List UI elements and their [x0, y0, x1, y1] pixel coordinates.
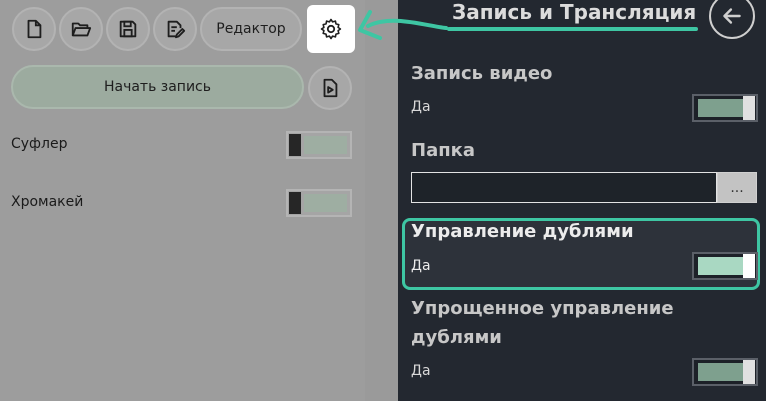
- new-file-button[interactable]: [12, 7, 56, 51]
- simple-duplicates-title-line2: дублями: [411, 327, 502, 348]
- prompter-label: Суфлер: [11, 136, 68, 152]
- annotation-arrow: [358, 10, 448, 40]
- chromakey-label: Хромакей: [11, 194, 84, 210]
- chromakey-toggle[interactable]: [286, 189, 352, 217]
- toggle-track: [698, 99, 744, 117]
- prompter-toggle[interactable]: [286, 131, 352, 159]
- edit-file-icon: [167, 20, 186, 39]
- duplicates-value: Да: [411, 258, 431, 274]
- new-file-icon: [27, 19, 42, 39]
- arrow-left-icon: [723, 8, 741, 24]
- settings-title: Запись и Трансляция: [452, 0, 697, 24]
- toggle-knob: [743, 96, 755, 120]
- start-recording-button[interactable]: Начать запись: [11, 65, 304, 109]
- simple-duplicates-title-line1: Упрощенное управление: [411, 298, 674, 319]
- video-file-icon: [323, 78, 338, 98]
- title-underline: [447, 27, 698, 31]
- folder-path-input[interactable]: [411, 172, 717, 203]
- folder-title: Папка: [411, 140, 476, 161]
- browse-folder-button[interactable]: ...: [717, 172, 757, 203]
- toggle-knob: [743, 254, 755, 278]
- open-folder-button[interactable]: [59, 7, 103, 51]
- toggle-track: [698, 363, 744, 381]
- toggle-knob: [289, 134, 301, 156]
- toggle-track: [698, 257, 744, 275]
- toggle-knob: [743, 360, 755, 384]
- editor-button[interactable]: Редактор: [200, 7, 302, 51]
- simple-duplicates-toggle[interactable]: [692, 358, 758, 386]
- toolbar: Редактор: [0, 0, 365, 60]
- toggle-knob: [289, 192, 301, 214]
- edit-file-button[interactable]: [153, 7, 197, 51]
- duplicates-toggle[interactable]: [692, 252, 758, 280]
- main-panel: Редактор Начать запись Суфлер Хромакей: [0, 0, 365, 401]
- record-video-toggle[interactable]: [692, 94, 758, 122]
- save-button[interactable]: [106, 7, 150, 51]
- toggle-track: [304, 136, 347, 154]
- open-folder-icon: [71, 22, 92, 37]
- simple-duplicates-value: Да: [411, 363, 431, 379]
- save-icon: [119, 20, 137, 38]
- toggle-track: [304, 194, 347, 212]
- duplicates-title: Управление дублями: [411, 221, 634, 242]
- record-video-value: Да: [411, 99, 431, 115]
